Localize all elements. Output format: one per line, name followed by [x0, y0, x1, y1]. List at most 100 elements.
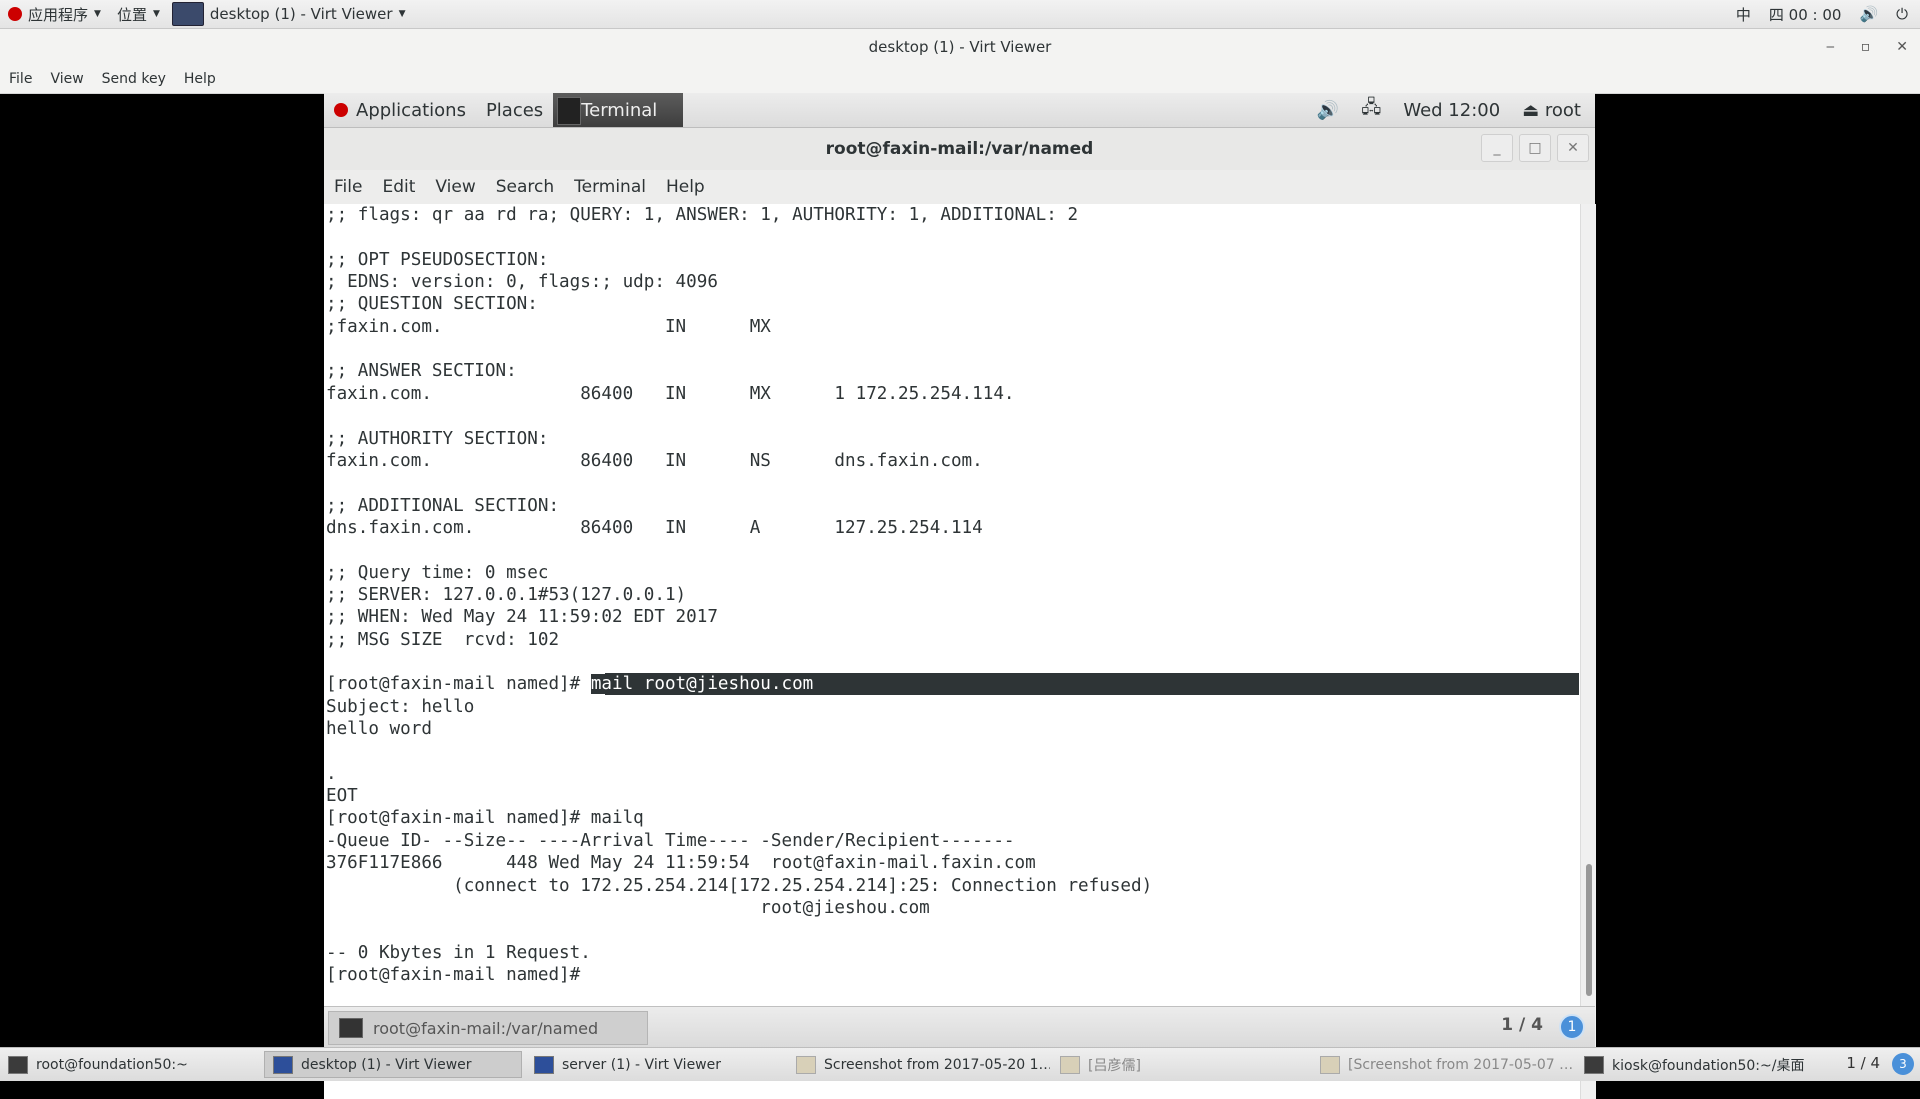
guest-workspace-label[interactable]: 1 / 4	[1501, 1015, 1543, 1035]
terminal-line: -Queue ID- --Size-- ----Arrival Time----…	[326, 831, 1015, 851]
guest-places-label: Places	[485, 99, 544, 121]
vv-menu-send-key[interactable]: Send key	[93, 71, 175, 87]
host-task-label: desktop (1) - Virt Viewer	[301, 1056, 472, 1073]
scrollbar-thumb[interactable]	[1586, 864, 1592, 996]
input-method-indicator[interactable]: 中	[1736, 4, 1751, 25]
virt-viewer-menubar: File View Send key Help	[0, 65, 1920, 94]
host-task-screenshot-0520[interactable]: Screenshot from 2017-05-20 1…	[788, 1051, 1050, 1078]
terminal-icon	[8, 1055, 28, 1074]
host-task-folder[interactable]: [吕彦儒]	[1052, 1051, 1310, 1078]
terminal-line: ;; flags: qr aa rd ra; QUERY: 1, ANSWER:…	[326, 205, 1079, 225]
terminal-line: root@jieshou.com	[326, 898, 930, 918]
guest-user-label: root	[1544, 99, 1581, 121]
host-taskbar: root@foundation50:~ desktop (1) - Virt V…	[0, 1047, 1920, 1081]
maximize-icon[interactable]: □	[1519, 134, 1551, 162]
minimize-icon[interactable]: _	[1481, 134, 1513, 162]
guest-terminal-label: Terminal	[581, 99, 658, 121]
guest-applications-label: Applications	[356, 99, 466, 121]
terminal-title: root@faxin-mail:/var/named	[825, 139, 1094, 159]
power-icon[interactable]: ⏻	[1896, 5, 1908, 23]
terminal-line: ;; Query time: 0 msec	[326, 563, 549, 583]
terminal-line: (connect to 172.25.254.214[172.25.254.21…	[326, 876, 1153, 896]
guest-top-panel: Applications Places Terminal 🔊 🖧 Wed 12:…	[324, 93, 1595, 128]
host-task-server-viewer[interactable]: server (1) - Virt Viewer	[526, 1051, 782, 1078]
maximize-icon[interactable]: ▫	[1861, 39, 1871, 55]
terminal-menu-terminal[interactable]: Terminal	[564, 177, 656, 197]
volume-icon[interactable]: 🔊	[1859, 5, 1878, 23]
host-applications-menu[interactable]: 应用程序 ▼	[0, 0, 109, 28]
terminal-scrollbar[interactable]	[1580, 204, 1596, 1099]
redhat-icon	[334, 103, 348, 117]
guest-bottom-panel: root@faxin-mail:/var/named 1 / 4 1	[324, 1006, 1595, 1048]
terminal-line: ;; SERVER: 127.0.0.1#53(127.0.0.1)	[326, 585, 687, 605]
terminal-menu-view[interactable]: View	[425, 177, 485, 197]
host-workspace-label[interactable]: 1 / 4	[1846, 1054, 1880, 1072]
host-task-kiosk-terminal[interactable]: kiosk@foundation50:~/桌面	[1576, 1051, 1830, 1078]
terminal-line: EOT	[326, 786, 358, 806]
host-task-root-terminal[interactable]: root@foundation50:~	[0, 1051, 262, 1078]
vv-menu-help[interactable]: Help	[175, 71, 225, 87]
host-task-label: Screenshot from 2017-05-20 1…	[824, 1056, 1050, 1073]
host-task-label: kiosk@foundation50:~/桌面	[1612, 1057, 1805, 1074]
terminal-line: -- 0 Kbytes in 1 Request.	[326, 943, 591, 963]
terminal-menu-file[interactable]: File	[324, 177, 372, 197]
volume-icon[interactable]: 🔊	[1317, 100, 1339, 121]
host-workspace-indicator[interactable]: 3	[1892, 1053, 1914, 1075]
host-task-screenshot-0507[interactable]: [Screenshot from 2017-05-07 …	[1312, 1051, 1574, 1078]
terminal-menubar: File Edit View Search Terminal Help	[324, 170, 1595, 205]
guest-workspace-indicator[interactable]: 1	[1559, 1014, 1585, 1040]
terminal-icon	[557, 97, 582, 125]
terminal-line: ;; MSG SIZE rcvd: 102	[326, 630, 560, 650]
host-clock[interactable]: 四 00 : 00	[1769, 4, 1842, 25]
terminal-line: ;; OPT PSEUDOSECTION:	[326, 250, 549, 270]
terminal-icon	[339, 1018, 363, 1038]
vv-menu-file[interactable]: File	[0, 71, 41, 87]
terminal-menu-edit[interactable]: Edit	[372, 177, 425, 197]
minimize-icon[interactable]: ‒	[1826, 39, 1835, 55]
guest-applications-menu[interactable]: Applications	[324, 93, 476, 127]
terminal-line: ;; ADDITIONAL SECTION:	[326, 496, 560, 516]
terminal-menu-help[interactable]: Help	[656, 177, 715, 197]
terminal-line: .	[326, 764, 337, 784]
terminal-line: faxin.com. 86400 IN NS dns.faxin.com.	[326, 451, 983, 471]
terminal-line: ;; WHEN: Wed May 24 11:59:02 EDT 2017	[326, 607, 718, 627]
folder-icon	[1060, 1055, 1080, 1074]
guest-user-menu[interactable]: ⏏ root	[1522, 100, 1581, 121]
terminal-line: Subject: hello	[326, 697, 475, 717]
guest-clock[interactable]: Wed 12:00	[1403, 100, 1500, 121]
close-icon[interactable]: ✕	[1896, 39, 1908, 55]
image-viewer-icon	[796, 1055, 816, 1074]
host-window-menu[interactable]: desktop (1) - Virt Viewer ▼	[168, 2, 414, 26]
virt-viewer-titlebar: desktop (1) - Virt Viewer ‒ ▫ ✕	[0, 29, 1920, 65]
host-task-label: server (1) - Virt Viewer	[562, 1056, 721, 1073]
host-places-label: 位置	[116, 5, 147, 24]
terminal-menu-search[interactable]: Search	[486, 177, 564, 197]
virt-viewer-icon	[171, 2, 204, 26]
terminal-line: [root@faxin-mail named]#	[326, 965, 591, 985]
terminal-line: 376F117E866 448 Wed May 24 11:59:54 root…	[326, 853, 1036, 873]
guest-places-menu[interactable]: Places	[476, 93, 553, 127]
host-places-menu[interactable]: 位置 ▼	[109, 0, 168, 28]
host-task-desktop-viewer[interactable]: desktop (1) - Virt Viewer	[264, 1051, 522, 1078]
guest-terminal-app-button[interactable]: Terminal	[553, 93, 684, 127]
terminal-line: ; EDNS: version: 0, flags:; udp: 4096	[326, 272, 718, 292]
prompt: [root@faxin-mail named]#	[326, 674, 591, 694]
terminal-line: ;; AUTHORITY SECTION:	[326, 429, 549, 449]
network-icon[interactable]: 🖧	[1361, 95, 1381, 125]
host-top-panel: 应用程序 ▼ 位置 ▼ desktop (1) - Virt Viewer ▼ …	[0, 0, 1920, 29]
guest-task-terminal[interactable]: root@faxin-mail:/var/named	[328, 1011, 648, 1045]
highlighted-command: mail root@jieshou.com	[590, 674, 814, 694]
host-applications-label: 应用程序	[28, 5, 89, 24]
image-viewer-icon	[1320, 1055, 1340, 1074]
virt-viewer-icon	[534, 1055, 554, 1074]
chevron-down-icon: ▼	[94, 9, 101, 19]
vv-menu-view[interactable]: View	[41, 71, 92, 87]
guest-display[interactable]: Applications Places Terminal 🔊 🖧 Wed 12:…	[324, 93, 1596, 1099]
terminal-icon	[1584, 1055, 1604, 1074]
virt-viewer-icon	[273, 1055, 293, 1074]
terminal-output[interactable]: [root@faxin-mail named]# mail root@jiesh…	[324, 204, 1580, 1099]
close-icon[interactable]: ✕	[1557, 134, 1589, 162]
host-task-label: [吕彦儒]	[1088, 1057, 1141, 1074]
host-task-label: [Screenshot from 2017-05-07 …	[1348, 1056, 1574, 1073]
virt-viewer-title: desktop (1) - Virt Viewer	[868, 38, 1052, 56]
